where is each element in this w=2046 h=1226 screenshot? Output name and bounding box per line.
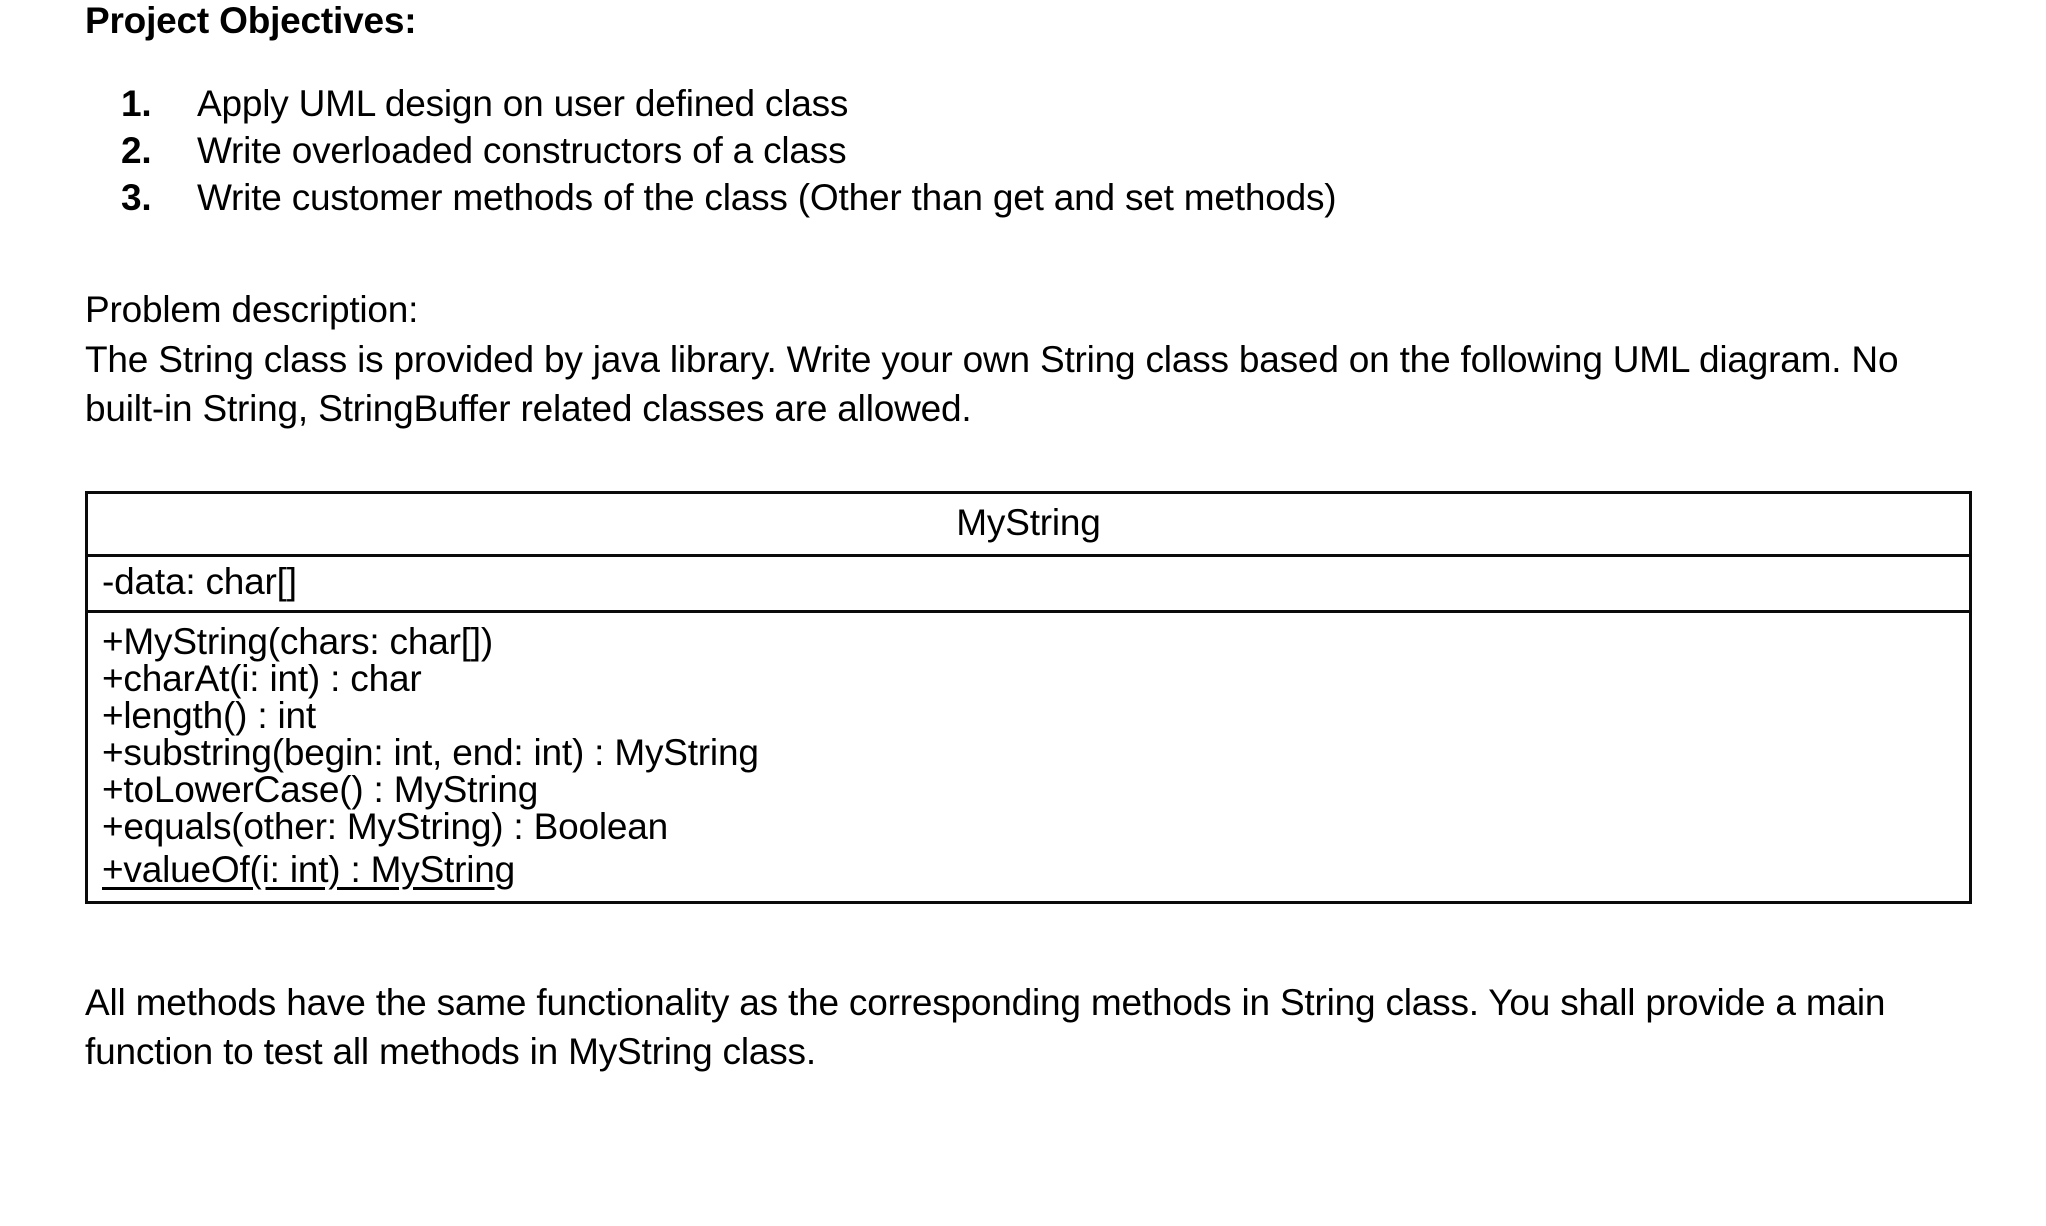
uml-class-name-row: MyString [86,492,1971,557]
problem-description-body: The String class is provided by java lib… [85,338,1899,429]
closing-paragraph: All methods have the same functionality … [85,982,1886,1073]
uml-methods-list: +MyString(chars: char[]) +charAt(i: int)… [87,612,1971,903]
list-item-label: Write overloaded constructors of a class [197,129,847,171]
list-item-number: 1. [121,83,152,124]
uml-class-name: MyString [86,492,1971,557]
document-content: Project Objectives: 1. Apply UML design … [85,0,1985,1076]
problem-description-heading: Problem description: [85,289,419,331]
list-item: 1. Apply UML design on user defined clas… [85,83,1985,125]
list-item-number: 3. [121,176,152,218]
uml-method-row: +charAt(i: int) : char [102,660,1969,697]
uml-class-diagram: MyString -data: char[] +MyString(chars: … [85,491,1972,904]
uml-attribute: -data: char[] [86,555,1971,613]
uml-methods-row: +MyString(chars: char[]) +charAt(i: int)… [87,612,1971,903]
list-item: 3. Write customer methods of the class (… [85,177,1985,219]
uml-attributes-row: -data: char[] [86,555,1971,613]
objectives-list: 1. Apply UML design on user defined clas… [85,83,1985,218]
list-item: 2. Write overloaded constructors of a cl… [85,130,1985,172]
uml-method-row: +valueOf(i: int) : MyString [102,845,1969,895]
list-item-number: 2. [121,129,152,171]
document-page: Project Objectives: 1. Apply UML design … [0,0,2046,1226]
list-item-label: Write customer methods of the class (Oth… [197,176,1337,218]
project-objectives-heading: Project Objectives: [85,0,417,41]
uml-method-static: +valueOf(i: int) : MyString [102,849,516,890]
uml-method-row: +equals(other: MyString) : Boolean [102,808,1969,845]
list-item-label: Apply UML design on user defined class [197,83,849,124]
